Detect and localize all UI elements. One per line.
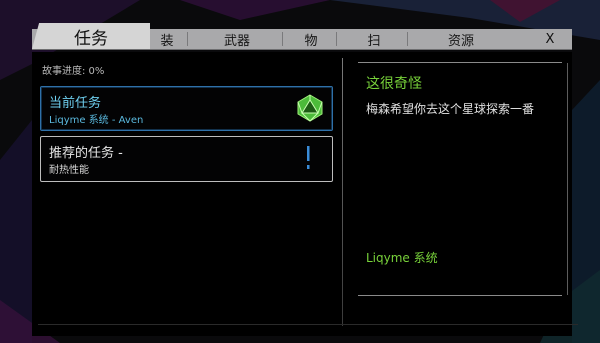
tab-separator [407, 32, 408, 46]
tab-items[interactable]: 物 [290, 29, 332, 49]
current-mission-card[interactable]: 当前任务 Liqyme 系统 - Aven [40, 86, 333, 131]
recommended-mission-subtitle: 耐热性能 [49, 165, 89, 176]
mission-detail-title: 这很奇怪 [366, 76, 422, 92]
panel-bottom-edge [38, 324, 578, 325]
tab-equipment[interactable]: 装 [150, 29, 184, 49]
close-button[interactable]: X [538, 29, 562, 49]
tab-separator [187, 32, 188, 46]
tab-weapons[interactable]: 武器 [195, 29, 279, 49]
tab-resources[interactable]: 资源 [415, 29, 507, 49]
recommended-mission-title: 推荐的任务 - [49, 146, 123, 161]
current-mission-title: 当前任务 [49, 96, 102, 111]
tab-separator [336, 32, 337, 46]
alert-icon [307, 146, 310, 169]
tab-scan[interactable]: 扫 [344, 29, 404, 49]
mission-detail-description: 梅森希望你去这个星球探索一番 [366, 102, 535, 116]
story-progress: 故事进度: 0% [42, 66, 105, 77]
mission-detail-system: Liqyme 系统 [366, 251, 438, 265]
tab-missions[interactable]: 任务 [32, 23, 150, 49]
panel-divider [342, 58, 343, 326]
tab-separator [282, 32, 283, 46]
d20-icon [297, 94, 323, 122]
current-mission-subtitle: Liqyme 系统 - Aven [49, 115, 144, 126]
recommended-mission-card[interactable]: 推荐的任务 - 耐热性能 [40, 136, 333, 182]
